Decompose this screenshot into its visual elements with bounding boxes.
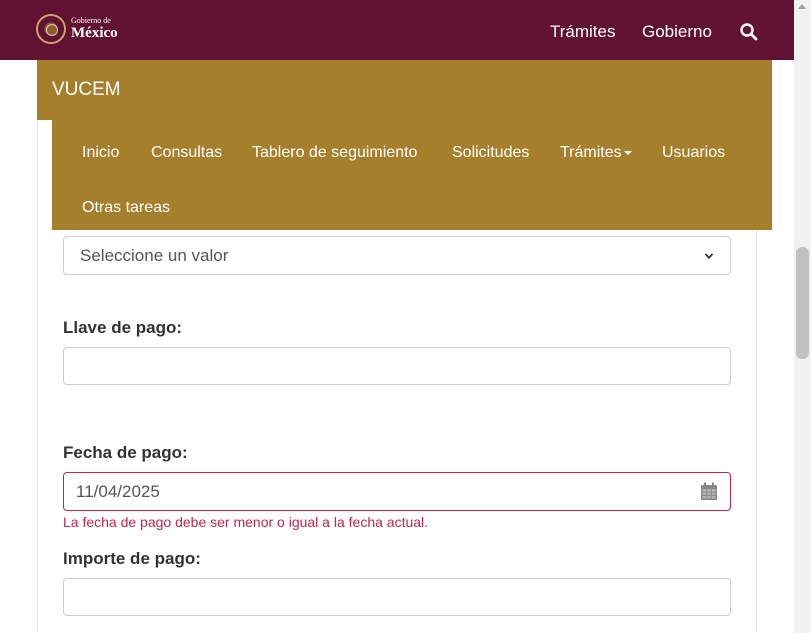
page-scrollbar[interactable] bbox=[794, 0, 811, 633]
llave-de-pago-label: Llave de pago: bbox=[63, 318, 183, 337]
logo-small-text: Gobierno de bbox=[71, 16, 111, 25]
llave-de-pago-input[interactable] bbox=[63, 347, 731, 385]
importe-de-pago-label: Importe de pago: bbox=[63, 549, 201, 568]
value-select[interactable]: Seleccione un valor bbox=[63, 236, 731, 275]
fecha-de-pago-error: La fecha de pago debe ser menor o igual … bbox=[63, 514, 429, 530]
calendar-icon[interactable] bbox=[700, 482, 718, 501]
gobierno-de-mexico-logo[interactable]: Gobierno de México bbox=[36, 14, 118, 44]
menu-item-tablero[interactable]: Tablero de seguimiento bbox=[252, 144, 417, 162]
menu-item-tramites-dropdown[interactable]: Trámites bbox=[560, 144, 632, 162]
fecha-de-pago-input[interactable]: 11/04/2025 bbox=[63, 472, 731, 511]
menu-item-solicitudes[interactable]: Solicitudes bbox=[452, 144, 529, 162]
menu-item-inicio[interactable]: Inicio bbox=[82, 144, 119, 162]
logo-big-text: México bbox=[71, 25, 118, 41]
vucem-title[interactable]: VUCEM bbox=[52, 79, 121, 101]
menu-item-tramites-label: Trámites bbox=[560, 144, 622, 161]
fecha-de-pago-label: Fecha de pago: bbox=[63, 443, 188, 462]
chevron-down-icon bbox=[704, 252, 714, 259]
select-selected-value: Seleccione un valor bbox=[80, 245, 229, 265]
nav-link-tramites[interactable]: Trámites bbox=[550, 22, 616, 42]
vucem-header: VUCEM bbox=[37, 60, 772, 120]
menu-item-otras-tareas[interactable]: Otras tareas bbox=[82, 199, 170, 217]
vucem-navbar: Inicio Consultas Tablero de seguimiento … bbox=[52, 120, 772, 230]
government-header: Gobierno de México Trámites Gobierno bbox=[0, 0, 794, 60]
nav-link-gobierno[interactable]: Gobierno bbox=[642, 22, 712, 42]
scrollbar-thumb[interactable] bbox=[796, 247, 809, 359]
search-icon[interactable] bbox=[739, 22, 759, 42]
menu-item-consultas[interactable]: Consultas bbox=[151, 144, 222, 162]
importe-de-pago-input[interactable] bbox=[63, 578, 731, 616]
menu-item-usuarios[interactable]: Usuarios bbox=[662, 144, 725, 162]
caret-down-icon bbox=[623, 150, 632, 155]
fecha-de-pago-value: 11/04/2025 bbox=[76, 481, 160, 501]
national-seal-icon bbox=[36, 14, 66, 44]
scroll-up-arrow-icon[interactable] bbox=[798, 4, 806, 9]
browser-viewport: Gobierno de México Trámites Gobierno VUC… bbox=[0, 0, 811, 633]
